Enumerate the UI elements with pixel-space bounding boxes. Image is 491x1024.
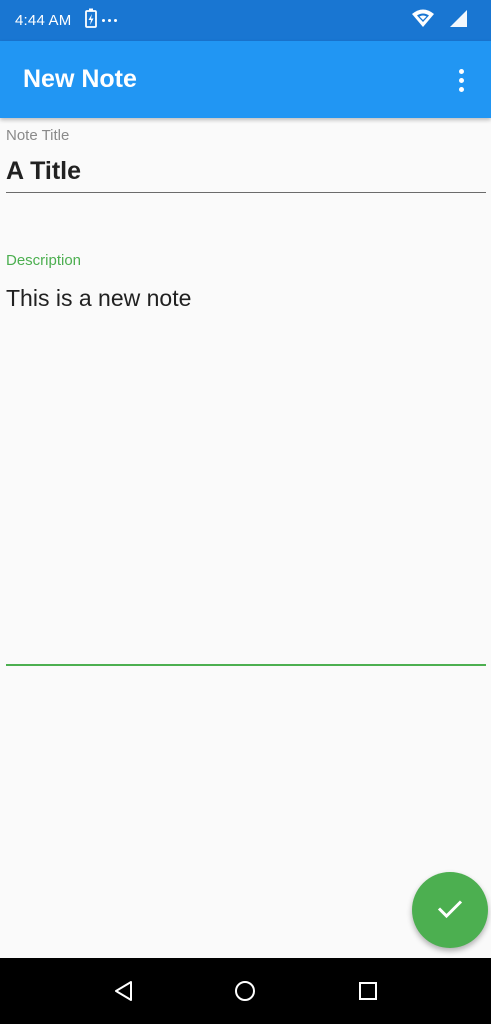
more-vert-icon[interactable] bbox=[449, 65, 473, 95]
back-icon[interactable] bbox=[113, 980, 135, 1007]
wifi-icon bbox=[411, 8, 435, 33]
note-title-field[interactable]: Note Title A Title bbox=[6, 127, 486, 193]
cell-signal-icon bbox=[449, 8, 469, 33]
note-title-input[interactable]: A Title bbox=[6, 157, 486, 192]
recents-icon[interactable] bbox=[358, 981, 378, 1006]
save-note-button[interactable] bbox=[412, 872, 488, 948]
note-title-label: Note Title bbox=[6, 127, 70, 144]
page-title: New Note bbox=[23, 65, 137, 93]
more-notifications-icon bbox=[102, 18, 117, 22]
description-underline bbox=[6, 664, 486, 666]
description-input[interactable]: This is a new note bbox=[6, 285, 486, 312]
battery-charging-icon bbox=[85, 8, 97, 33]
status-system-icons bbox=[411, 8, 469, 33]
check-icon bbox=[435, 893, 465, 928]
status-bar: 4:44 AM bbox=[0, 0, 491, 41]
note-title-underline bbox=[6, 192, 486, 193]
status-time: 4:44 AM bbox=[15, 12, 72, 29]
status-notification-icons bbox=[85, 8, 117, 33]
app-bar: New Note bbox=[0, 41, 491, 118]
home-icon[interactable] bbox=[234, 980, 256, 1007]
description-field[interactable]: Description This is a new note bbox=[6, 252, 486, 312]
system-nav-bar bbox=[0, 958, 491, 1024]
description-label: Description bbox=[6, 252, 82, 269]
